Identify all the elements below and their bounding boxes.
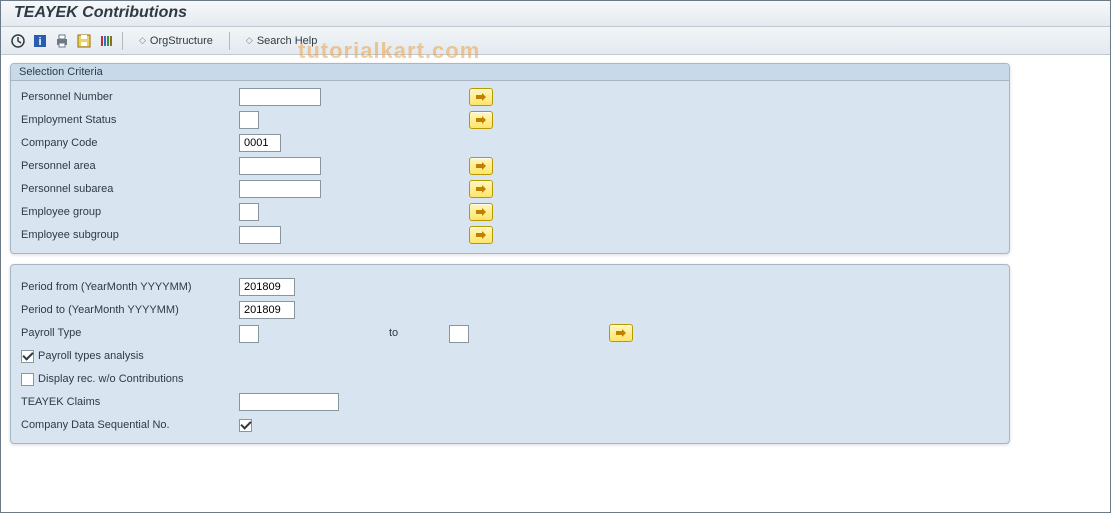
print-icon[interactable] [54, 33, 70, 49]
row-personnel-subarea: Personnel subarea [19, 178, 1001, 200]
row-period-to: Period to (YearMonth YYYYMM) [19, 299, 1001, 321]
input-personnel-subarea[interactable] [239, 180, 321, 198]
input-teayek-claims[interactable] [239, 393, 339, 411]
group-title: Selection Criteria [11, 64, 1009, 81]
content-area: Selection Criteria Personnel Number Empl… [0, 55, 1111, 462]
row-personnel-area: Personnel area [19, 155, 1001, 177]
input-personnel-number[interactable] [239, 88, 321, 106]
label-period-from: Period from (YearMonth YYYYMM) [19, 281, 239, 293]
input-period-to[interactable] [239, 301, 295, 319]
row-teayek-claims: TEAYEK Claims [19, 391, 1001, 413]
selection-criteria-group: Selection Criteria Personnel Number Empl… [10, 63, 1010, 254]
row-company-seq: Company Data Sequential No. [19, 414, 1001, 436]
toolbar: i ◇ OrgStructure ◇ Search Help [0, 27, 1111, 55]
label-employee-subgroup: Employee subgroup [19, 229, 239, 241]
row-employee-subgroup: Employee subgroup [19, 224, 1001, 246]
row-employee-group: Employee group [19, 201, 1001, 223]
label-employment-status: Employment Status [19, 114, 239, 126]
label-teayek-claims: TEAYEK Claims [19, 396, 239, 408]
label-display-rec: Display rec. w/o Contributions [38, 373, 184, 385]
row-payroll-type: Payroll Type to [19, 322, 1001, 344]
row-company-code: Company Code [19, 132, 1001, 154]
label-period-to: Period to (YearMonth YYYYMM) [19, 304, 239, 316]
execute-icon[interactable] [10, 33, 26, 49]
info-icon[interactable]: i [32, 33, 48, 49]
multi-select-button[interactable] [469, 88, 493, 106]
input-payroll-type-from[interactable] [239, 325, 259, 343]
label-employee-group: Employee group [19, 206, 239, 218]
label-personnel-subarea: Personnel subarea [19, 183, 239, 195]
list-icon[interactable] [98, 33, 114, 49]
diamond-icon: ◇ [246, 35, 253, 46]
row-personnel-number: Personnel Number [19, 86, 1001, 108]
multi-select-button[interactable] [609, 324, 633, 342]
label-company-code: Company Code [19, 137, 239, 149]
label-to: to [389, 327, 449, 339]
row-period-from: Period from (YearMonth YYYYMM) [19, 276, 1001, 298]
multi-select-button[interactable] [469, 226, 493, 244]
input-period-from[interactable] [239, 278, 295, 296]
label-personnel-number: Personnel Number [19, 91, 239, 103]
multi-select-button[interactable] [469, 203, 493, 221]
page-title: TEAYEK Contributions [0, 0, 1111, 27]
row-employment-status: Employment Status [19, 109, 1001, 131]
label-payroll-type: Payroll Type [19, 327, 239, 339]
input-payroll-type-to[interactable] [449, 325, 469, 343]
search-help-button[interactable]: ◇ Search Help [238, 33, 325, 49]
input-employee-group[interactable] [239, 203, 259, 221]
row-payroll-types-analysis: Payroll types analysis [19, 345, 1001, 367]
label-company-seq: Company Data Sequential No. [19, 419, 239, 431]
save-icon[interactable] [76, 33, 92, 49]
checkbox-payroll-types-analysis[interactable] [21, 350, 34, 363]
search-help-label: Search Help [257, 35, 318, 47]
multi-select-button[interactable] [469, 180, 493, 198]
toolbar-separator [122, 32, 123, 50]
multi-select-button[interactable] [469, 111, 493, 129]
multi-select-button[interactable] [469, 157, 493, 175]
label-personnel-area: Personnel area [19, 160, 239, 172]
checkbox-display-rec[interactable] [21, 373, 34, 386]
input-employee-subgroup[interactable] [239, 226, 281, 244]
org-structure-button[interactable]: ◇ OrgStructure [131, 33, 221, 49]
input-company-code[interactable] [239, 134, 281, 152]
input-employment-status[interactable] [239, 111, 259, 129]
checkbox-company-seq[interactable] [239, 419, 252, 432]
org-structure-label: OrgStructure [150, 35, 213, 47]
period-group: Period from (YearMonth YYYYMM) Period to… [10, 264, 1010, 444]
label-payroll-types-analysis: Payroll types analysis [38, 350, 144, 362]
diamond-icon: ◇ [139, 35, 146, 46]
svg-text:i: i [38, 36, 41, 48]
input-personnel-area[interactable] [239, 157, 321, 175]
toolbar-separator [229, 32, 230, 50]
row-display-rec: Display rec. w/o Contributions [19, 368, 1001, 390]
